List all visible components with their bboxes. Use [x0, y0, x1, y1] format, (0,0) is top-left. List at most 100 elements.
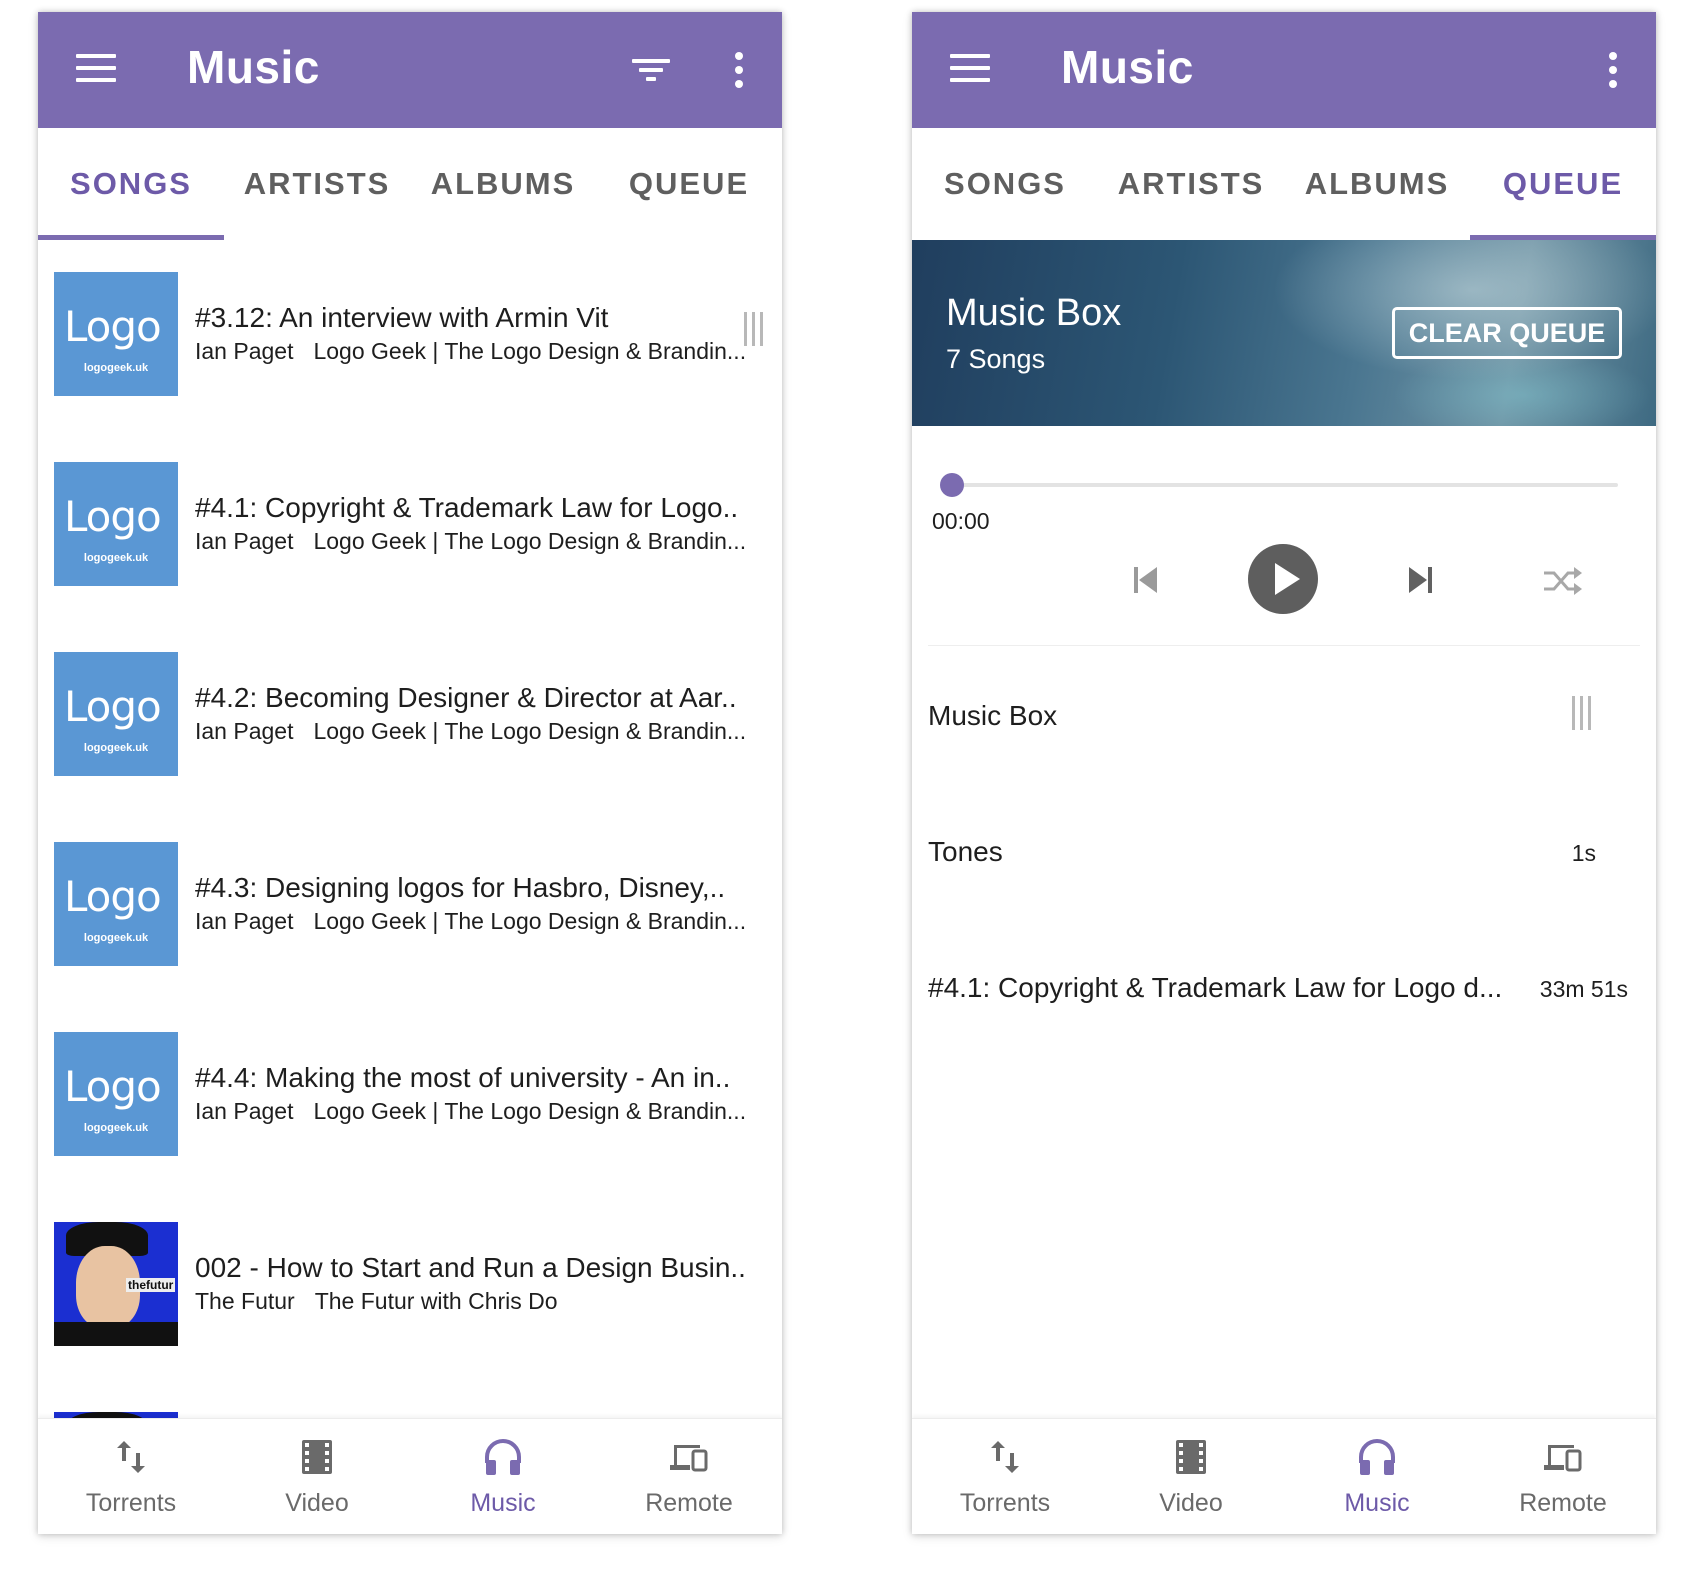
- drag-handle-icon[interactable]: [1572, 696, 1596, 730]
- album-art-caption: logogeek.uk: [83, 552, 149, 564]
- song-item[interactable]: Logo logogeek.uk #4.3: Designing logos f…: [38, 810, 782, 1000]
- nav-video[interactable]: Video: [224, 1419, 410, 1534]
- queue-item[interactable]: Tones 1s: [912, 784, 1656, 920]
- play-button[interactable]: [1248, 544, 1318, 614]
- queue-item-duration: 33m 51s: [1539, 976, 1628, 1002]
- queue-item-title: Tones: [928, 836, 1003, 867]
- album-art-caption: logogeek.uk: [83, 362, 149, 374]
- album-art-logo: Logo: [64, 872, 162, 921]
- song-artist: Ian Paget: [195, 528, 294, 554]
- album-art: thefutur: [54, 1222, 178, 1346]
- app-bar: Music: [912, 12, 1656, 128]
- headphones-icon: [485, 1439, 521, 1475]
- queue-header: Music Box 7 Songs CLEAR QUEUE: [912, 240, 1656, 426]
- song-subtitle: Ian Paget Logo Geek | The Logo Design & B…: [195, 1098, 746, 1125]
- tab-queue[interactable]: QUEUE: [596, 128, 782, 240]
- nav-video[interactable]: Video: [1098, 1419, 1284, 1534]
- swap-vertical-icon: [991, 1441, 1019, 1473]
- tab-albums[interactable]: ALBUMS: [1284, 128, 1470, 240]
- album-art-logo: Logo: [64, 492, 162, 541]
- album-art-caption: thefutur: [126, 1278, 176, 1292]
- song-item[interactable]: thefutur 002 - How to Start and Run a De…: [38, 1190, 782, 1380]
- nav-torrents[interactable]: Torrents: [38, 1419, 224, 1534]
- song-album: Logo Geek | The Logo Design & Brandin...: [313, 718, 747, 744]
- skip-previous-icon[interactable]: [1130, 565, 1160, 595]
- tab-bar: SONGS ARTISTS ALBUMS QUEUE: [38, 128, 782, 240]
- song-subtitle: Ian Paget Logo Geek | The Logo Design & B…: [195, 338, 746, 365]
- elapsed-time: 00:00: [932, 508, 990, 534]
- song-album: Logo Geek | The Logo Design & Brandin...: [313, 908, 747, 934]
- album-art-caption: logogeek.uk: [83, 1122, 149, 1134]
- swap-vertical-icon: [117, 1441, 145, 1473]
- album-art-caption: logogeek.uk: [83, 742, 149, 754]
- song-title: #3.12: An interview with Armin Vit: [195, 302, 609, 333]
- seek-bar[interactable]: [952, 483, 1618, 487]
- queue-screen: Music SONGS ARTISTS ALBUMS QUEUE Music B…: [912, 12, 1656, 1534]
- song-subtitle: The Futur The Futur with Chris Do: [195, 1288, 558, 1315]
- song-artist: The Futur: [195, 1288, 295, 1314]
- nav-label: Remote: [1519, 1489, 1607, 1517]
- divider: [928, 645, 1640, 646]
- tab-songs[interactable]: SONGS: [912, 128, 1098, 240]
- app-bar: Music: [38, 12, 782, 128]
- seek-thumb[interactable]: [940, 473, 964, 497]
- tab-artists[interactable]: ARTISTS: [224, 128, 410, 240]
- tab-queue[interactable]: QUEUE: [1470, 128, 1656, 240]
- queue-item[interactable]: Music Box: [912, 648, 1656, 784]
- more-vert-icon[interactable]: [1608, 52, 1618, 88]
- clear-queue-button[interactable]: CLEAR QUEUE: [1392, 307, 1622, 359]
- album-art: Logo logogeek.uk: [54, 462, 178, 586]
- queue-title: Music Box: [946, 292, 1122, 334]
- song-album: Logo Geek | The Logo Design & Brandin...: [313, 1098, 747, 1124]
- drag-handle-icon[interactable]: [744, 312, 768, 346]
- play-icon: [1275, 563, 1300, 595]
- tab-albums[interactable]: ALBUMS: [410, 128, 596, 240]
- song-album: Logo Geek | The Logo Design & Brandin...: [313, 338, 747, 364]
- queue-song-count: 7 Songs: [946, 344, 1046, 374]
- nav-label: Torrents: [959, 1489, 1051, 1517]
- song-subtitle: Ian Paget Logo Geek | The Logo Design & B…: [195, 528, 746, 555]
- song-album: The Futur with Chris Do: [314, 1288, 558, 1314]
- bottom-navigation: Torrents Video Music Remote: [38, 1418, 782, 1534]
- more-vert-icon[interactable]: [734, 52, 744, 88]
- song-item[interactable]: Logo logogeek.uk #4.4: Making the most o…: [38, 1000, 782, 1190]
- song-item[interactable]: Logo logogeek.uk #4.1: Copyright & Trade…: [38, 430, 782, 620]
- song-item[interactable]: Logo logogeek.uk #4.2: Becoming Designer…: [38, 620, 782, 810]
- skip-next-icon[interactable]: [1406, 565, 1436, 595]
- nav-music[interactable]: Music: [1284, 1419, 1470, 1534]
- nav-remote[interactable]: Remote: [596, 1419, 782, 1534]
- devices-icon: [670, 1445, 708, 1472]
- queue-item-title: Music Box: [928, 700, 1058, 731]
- song-album: Logo Geek | The Logo Design & Brandin...: [313, 528, 747, 554]
- nav-torrents[interactable]: Torrents: [912, 1419, 1098, 1534]
- nav-music[interactable]: Music: [410, 1419, 596, 1534]
- menu-icon[interactable]: [76, 52, 116, 84]
- song-artist: Ian Paget: [195, 908, 294, 934]
- shuffle-icon[interactable]: [1542, 566, 1584, 596]
- filter-icon[interactable]: [632, 57, 670, 83]
- tab-songs[interactable]: SONGS: [38, 128, 224, 240]
- song-title: #4.2: Becoming Designer & Director at Aa…: [195, 682, 737, 713]
- song-title: 002 - How to Start and Run a Design Busi…: [195, 1252, 746, 1283]
- app-title: Music: [187, 41, 320, 93]
- album-art-caption: logogeek.uk: [83, 932, 149, 944]
- headphones-icon: [1359, 1439, 1395, 1475]
- nav-label: Video: [285, 1489, 349, 1517]
- album-art-logo: Logo: [64, 302, 162, 351]
- queue-item[interactable]: #4.1: Copyright & Trademark Law for Logo…: [912, 920, 1656, 1056]
- album-art-logo: Logo: [64, 1062, 162, 1111]
- film-strip-icon: [302, 1440, 332, 1474]
- nav-label: Music: [1344, 1489, 1410, 1517]
- queue-list: Music Box Tones 1s #4.1: Copyright & Tra…: [912, 648, 1656, 1348]
- nav-remote[interactable]: Remote: [1470, 1419, 1656, 1534]
- song-title: #4.3: Designing logos for Hasbro, Disney…: [195, 872, 726, 903]
- tab-bar: SONGS ARTISTS ALBUMS QUEUE: [912, 128, 1656, 240]
- tab-artists[interactable]: ARTISTS: [1098, 128, 1284, 240]
- player-controls: 00:00: [912, 426, 1656, 648]
- song-item[interactable]: Logo logogeek.uk #3.12: An interview wit…: [38, 240, 782, 430]
- menu-icon[interactable]: [950, 52, 990, 84]
- album-art: Logo logogeek.uk: [54, 652, 178, 776]
- song-subtitle: Ian Paget Logo Geek | The Logo Design & B…: [195, 908, 746, 935]
- app-title: Music: [1061, 41, 1194, 93]
- album-art-logo: Logo: [64, 682, 162, 731]
